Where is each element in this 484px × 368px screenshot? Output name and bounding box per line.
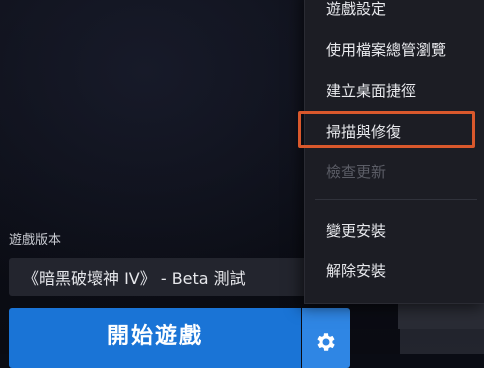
play-button[interactable]: 開始遊戲 — [9, 308, 301, 368]
version-select[interactable]: 《暗黑破壞神 IV》 - Beta 測試 — [9, 258, 309, 296]
menu-item-desktop-shortcut[interactable]: 建立桌面捷徑 — [326, 80, 416, 101]
menu-item-change-install[interactable]: 變更安裝 — [326, 220, 386, 241]
highlight-box — [298, 111, 475, 148]
gear-icon — [317, 333, 335, 351]
context-menu: 遊戲設定 使用檔案總管瀏覽 建立桌面捷徑 掃描與修復 檢查更新 變更安裝 解除安… — [304, 0, 484, 304]
menu-item-uninstall[interactable]: 解除安裝 — [326, 260, 386, 281]
menu-divider — [315, 199, 477, 200]
version-label: 遊戲版本 — [9, 233, 62, 248]
menu-item-game-settings[interactable]: 遊戲設定 — [326, 0, 386, 19]
menu-item-browse-files[interactable]: 使用檔案總管瀏覽 — [326, 39, 446, 60]
settings-button[interactable] — [302, 308, 350, 368]
menu-item-check-updates: 檢查更新 — [326, 163, 387, 181]
